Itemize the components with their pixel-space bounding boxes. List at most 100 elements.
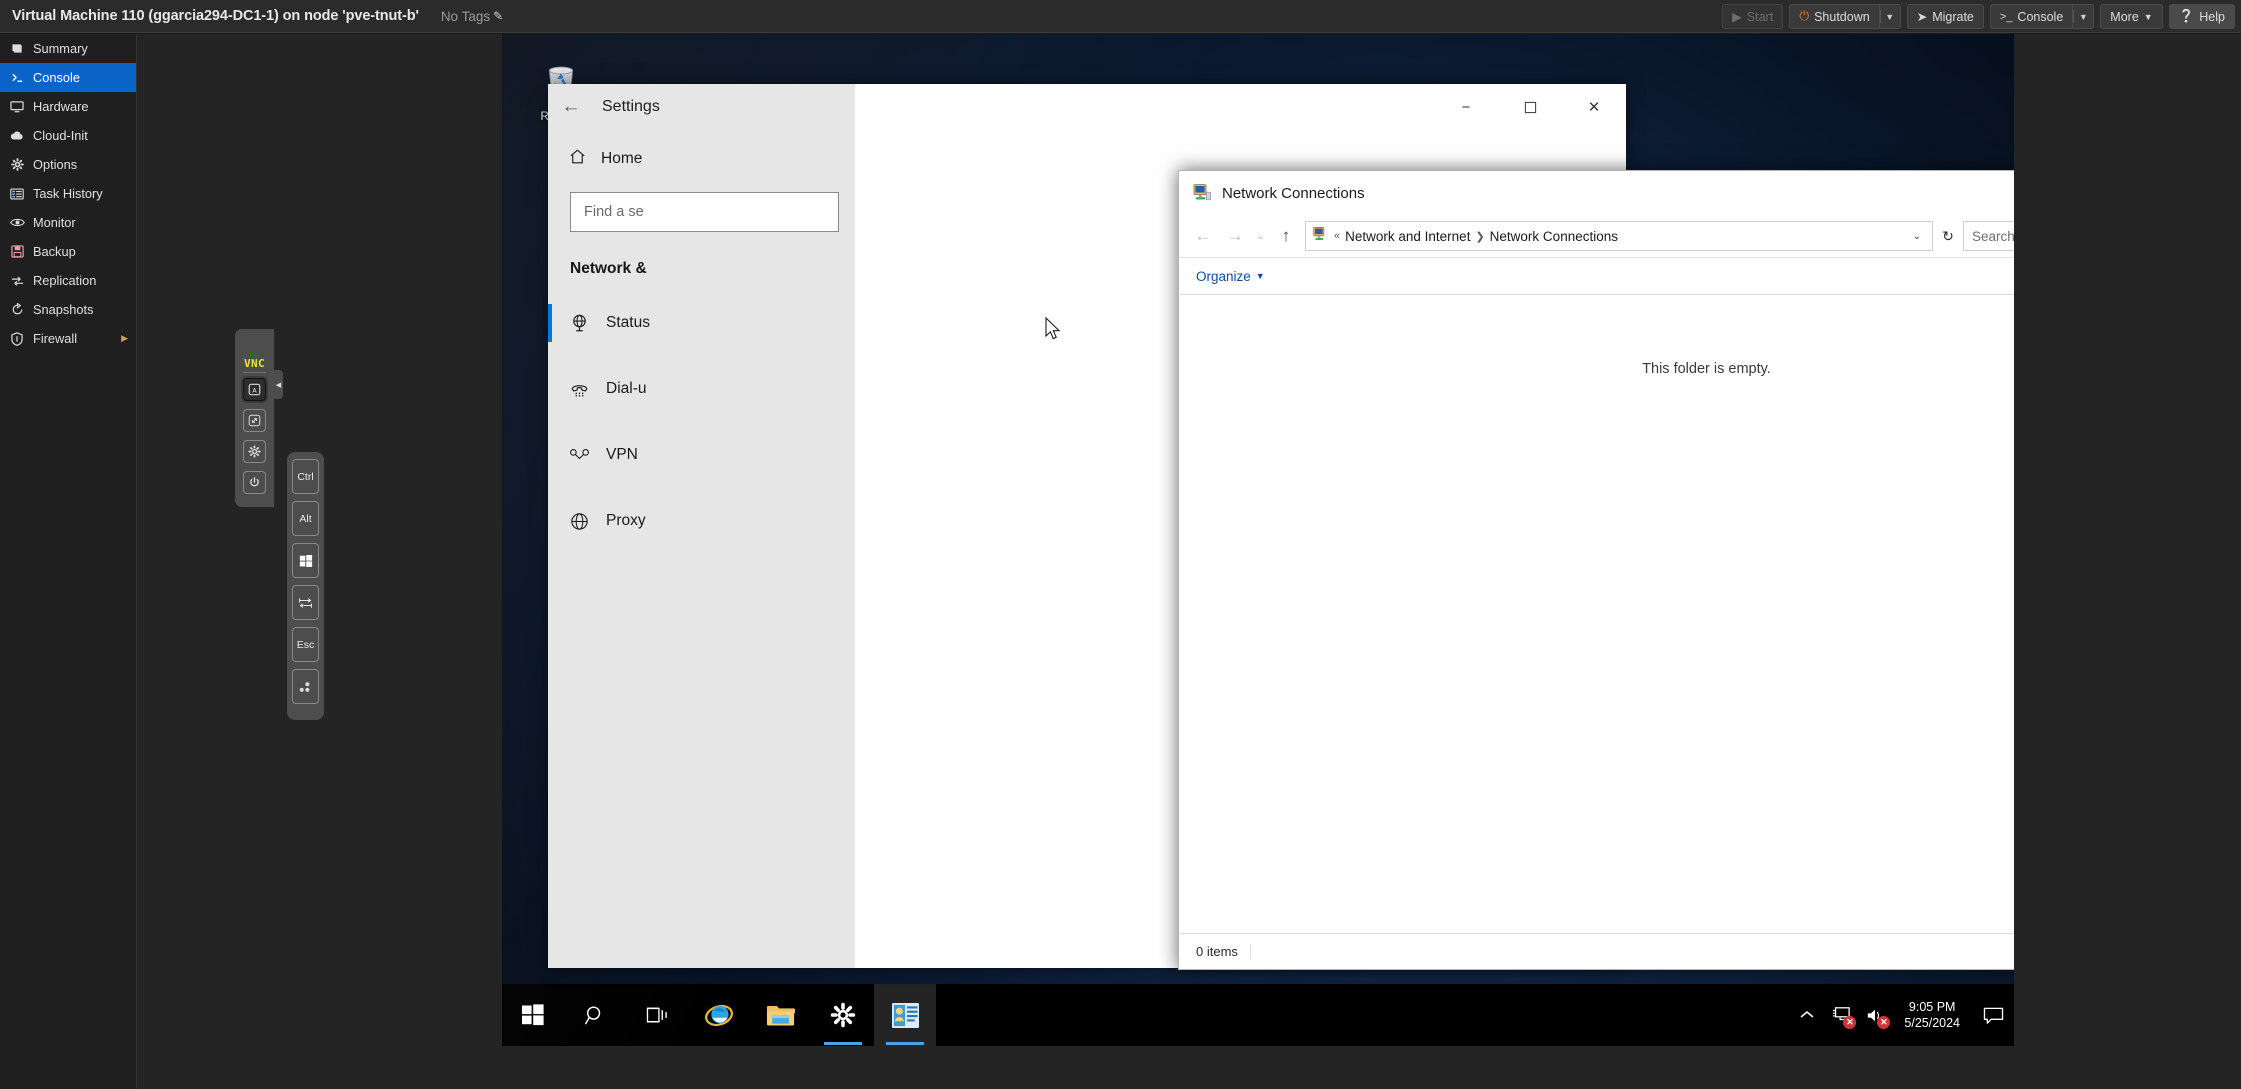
close-button[interactable]: ✕ [1562,84,1626,130]
breadcrumb-item-network-and-internet[interactable]: Network and Internet [1345,229,1470,244]
home-icon [568,147,587,171]
help-button[interactable]: ❔ Help [2168,4,2235,29]
settings-taskbar-button[interactable] [812,984,874,1046]
network-disconnected-icon[interactable]: ✕ [1824,984,1858,1046]
migrate-label: Migrate [1932,9,1974,24]
tab-key-icon[interactable] [292,585,319,620]
novnc-keys-panel: Ctrl Alt Esc [287,452,324,720]
tags-control[interactable]: No Tags ✎ [441,9,503,24]
search-input[interactable]: Search Network Connections 🔍 [1963,221,2014,251]
back-button[interactable]: ← [548,84,594,130]
sidebar-item-summary[interactable]: Summary [0,34,136,63]
fullscreen-icon[interactable] [243,409,266,432]
refresh-button[interactable]: ↻ [1935,221,1961,251]
search-button[interactable] [564,984,626,1046]
action-center-button[interactable] [1972,984,2014,1046]
sidebar-item-label: Options [33,157,78,172]
sidebar-item-label: Monitor [33,215,76,230]
sidebar-item-label: Task History [33,186,103,201]
show-hidden-icons-button[interactable] [1790,984,1824,1046]
sidebar-item-console[interactable]: Console [0,63,136,92]
sidebar-item-firewall[interactable]: Firewall ▶ [0,324,136,353]
explorer-titlebar[interactable]: Network Connections − ✕ [1179,171,2014,215]
page-title: Virtual Machine 110 (ggarcia294-DC1-1) o… [12,8,419,24]
explorer-content-pane[interactable]: This folder is empty. [1179,295,2014,933]
sidebar-item-label: Replication [33,273,97,288]
novnc-logo-vnc: VNC [243,356,266,370]
sidebar-item-snapshots[interactable]: Snapshots [0,295,136,324]
gear-icon [9,158,25,171]
recent-locations-button[interactable]: ⌄ [1252,221,1269,251]
organize-button[interactable]: Organize ▼ [1196,269,1265,284]
proxmox-root: Virtual Machine 110 (ggarcia294-DC1-1) o… [0,0,2241,1089]
network-connections-window[interactable]: Network Connections − ✕ ← → ⌄ ↑ [1178,170,2014,970]
breadcrumb-prefix: « [1334,230,1341,242]
back-button[interactable]: ← [1188,221,1218,251]
up-button[interactable]: ↑ [1271,221,1301,251]
console-dropdown-caret[interactable]: ▼ [2072,4,2095,29]
sidebar-item-cloud-init[interactable]: Cloud-Init [0,121,136,150]
power-icon[interactable] [243,471,266,494]
sidebar-item-backup[interactable]: Backup [0,237,136,266]
maximize-button[interactable] [1498,84,1562,130]
settings-item-vpn[interactable]: VPN [548,422,855,488]
sidebar-item-label: Hardware [33,99,89,114]
settings-gear-icon[interactable] [243,440,266,463]
settings-item-dialup[interactable]: Dial-u [548,356,855,422]
volume-muted-icon[interactable]: ✕ [1858,984,1892,1046]
settings-item-label: Dial-u [606,380,647,397]
settings-titlebar[interactable]: ← Settings − ✕ [548,84,1626,130]
edit-pencil-icon[interactable]: ✎ [493,9,503,23]
keyboard-icon[interactable]: A [243,378,266,401]
sidebar-item-options[interactable]: Options [0,150,136,179]
settings-search-input[interactable]: Find a se [570,192,839,232]
start-button[interactable]: ▶ Start [1722,4,1784,29]
sidebar-item-replication[interactable]: Replication [0,266,136,295]
sidebar-item-hardware[interactable]: Hardware [0,92,136,121]
novnc-collapse-tab[interactable]: ◀ [274,370,283,399]
console-button[interactable]: >_ Console [1989,4,2073,29]
shutdown-label: Shutdown [1814,9,1870,24]
vm-display[interactable]: Recycle ← Settings − ✕ [502,34,2014,1046]
minimize-button[interactable]: − [1434,84,1498,130]
clock[interactable]: 9:05 PM 5/25/2024 [1892,999,1972,1031]
shutdown-button[interactable]: ⏻ Shutdown [1789,4,1879,29]
address-input[interactable]: « Network and Internet ❯ Network Connect… [1305,221,1933,251]
settings-home-item[interactable]: Home [548,138,855,180]
settings-window-title: Settings [602,98,660,115]
more-button[interactable]: More ▼ [2100,4,2163,29]
item-count-label: 0 items [1196,944,1251,959]
search-placeholder: Search Network Connections [1972,228,2014,244]
windows-key-icon[interactable] [292,543,319,578]
address-dropdown-icon[interactable]: ⌄ [1906,231,1928,242]
status-globe-icon [568,313,590,334]
clock-time: 9:05 PM [1908,1000,1956,1014]
file-explorer-button[interactable] [750,984,812,1046]
task-view-button[interactable] [626,984,688,1046]
alt-key[interactable]: Alt [292,501,319,536]
shutdown-dropdown-caret[interactable]: ▼ [1878,4,1901,29]
migrate-button[interactable]: ➤ Migrate [1906,4,1984,29]
sidebar-item-label: Backup [33,244,76,259]
start-button[interactable] [502,984,564,1046]
network-connections-taskbar-button[interactable] [874,984,936,1046]
settings-window-controls: − ✕ [1434,84,1626,130]
explorer-command-bar: Organize ▼ ▼ ? [1179,257,2014,295]
settings-item-status[interactable]: Status [548,290,855,356]
settings-item-proxy[interactable]: Proxy [548,488,855,554]
ctrl-alt-del-icon[interactable] [292,669,319,704]
ctrl-key[interactable]: Ctrl [292,459,319,494]
breadcrumb-item-network-connections[interactable]: Network Connections [1490,229,1618,244]
sidebar-item-task-history[interactable]: Task History [0,179,136,208]
forward-button[interactable]: → [1220,221,1250,251]
novnc-logo: no VNC [243,350,266,370]
status-badge: ✕ [1843,1016,1857,1029]
sidebar-item-label: Snapshots [33,302,94,317]
snapshot-icon [9,303,25,316]
sidebar-item-monitor[interactable]: Monitor [0,208,136,237]
esc-key[interactable]: Esc [292,627,319,662]
explorer-address-bar: ← → ⌄ ↑ « Network and Internet ❯ Network… [1179,215,2014,257]
help-icon: ❔ [2178,9,2195,23]
internet-explorer-button[interactable] [688,984,750,1046]
start-label: Start [1746,9,1774,24]
